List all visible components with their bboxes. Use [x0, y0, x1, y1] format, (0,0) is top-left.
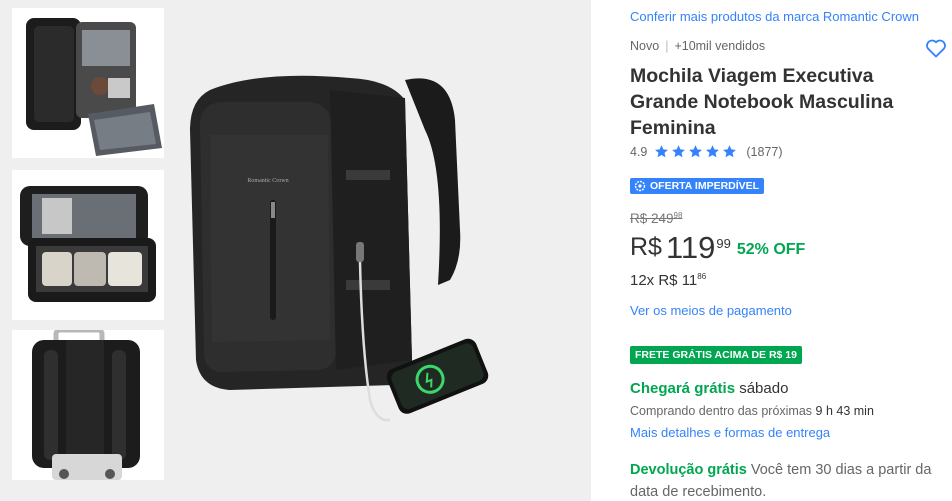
thumbnail-1[interactable] — [12, 8, 164, 158]
product-gallery: Romantic Crown — [0, 0, 590, 501]
delivery-details-link[interactable]: Mais detalhes e formas de entrega — [630, 425, 830, 440]
installments-value: 12x R$ 11 — [630, 272, 698, 289]
old-price-cents: 98 — [673, 211, 683, 220]
offer-badge-label: OFERTA IMPERDÍVEL — [650, 180, 760, 192]
gear-icon — [634, 180, 646, 192]
backpack-main-image: Romantic Crown — [190, 75, 489, 422]
rating-stars — [654, 144, 739, 159]
star-icon — [689, 145, 703, 158]
star-icon — [723, 145, 737, 158]
brand-products-link[interactable]: Conferir mais produtos da marca Romantic… — [630, 9, 919, 24]
star-icon — [672, 145, 686, 158]
old-price-value: R$ 249 — [630, 211, 674, 226]
brand-label: Romantic Crown — [247, 178, 288, 184]
star-icon — [655, 145, 669, 158]
delivery-day: sábado — [739, 380, 789, 397]
delivery-info: Chegará grátis sábado — [630, 380, 788, 397]
offer-badge: OFERTA IMPERDÍVEL — [630, 178, 765, 194]
rating-row[interactable]: 4.9 (1877) — [630, 144, 783, 159]
backpack-back-image — [12, 330, 164, 480]
price-integer: 119 — [665, 230, 716, 265]
price-currency: R$ — [630, 233, 662, 261]
rating-value: 4.9 — [630, 144, 648, 159]
buying-prefix: Comprando dentro das próximas — [630, 404, 813, 418]
thumbnail-2[interactable] — [12, 170, 164, 320]
old-price: R$ 24998 — [630, 211, 682, 226]
delivery-free-label: Chegará grátis — [630, 380, 736, 397]
star-icon — [706, 145, 720, 158]
main-product-image[interactable]: Romantic Crown — [150, 50, 510, 440]
discount-label: 52% OFF — [736, 241, 806, 258]
installments-cents: 86 — [697, 272, 707, 281]
backpack-open-image — [12, 8, 164, 158]
return-free-label: Devolução grátis — [630, 462, 747, 478]
price-cents: 99 — [716, 236, 731, 251]
heart-icon[interactable] — [924, 36, 948, 60]
review-count: (1877) — [746, 144, 783, 159]
product-info-panel: Conferir mais produtos da marca Romantic… — [590, 0, 952, 501]
installments: 12x R$ 1186 — [630, 272, 706, 289]
payment-methods-link[interactable]: Ver os meios de pagamento — [630, 303, 792, 318]
return-info: Devolução grátis Você tem 30 dias a part… — [630, 459, 940, 501]
product-title: Mochila Viagem Executiva Grande Notebook… — [630, 65, 894, 139]
buying-time: 9 h 43 min — [815, 404, 874, 418]
current-price: R$ 119 99 52% OFF — [630, 230, 805, 266]
product-meta: Novo | +10mil vendidos — [630, 39, 766, 53]
sold-count: +10mil vendidos — [674, 39, 766, 53]
thumbnail-3[interactable] — [12, 330, 164, 480]
condition-label: Novo — [630, 39, 660, 53]
free-shipping-badge: FRETE GRÁTIS ACIMA DE R$ 19 — [630, 346, 802, 364]
buying-deadline: Comprando dentro das próximas 9 h 43 min — [630, 404, 874, 418]
backpack-compartments-image — [12, 170, 164, 320]
